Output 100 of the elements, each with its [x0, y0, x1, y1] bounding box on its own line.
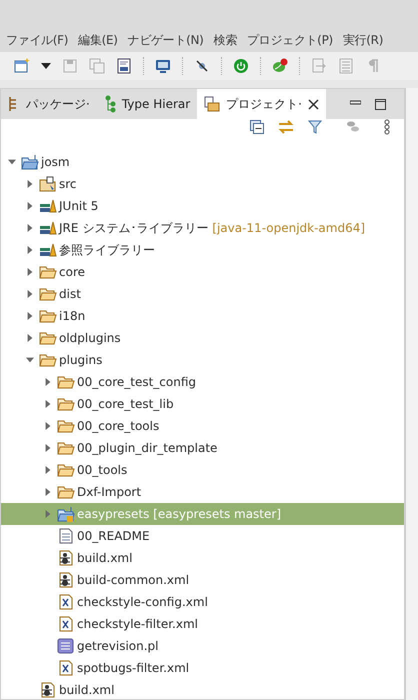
collapsed-arrow-icon[interactable]	[26, 245, 34, 255]
tree-row[interactable]: core	[1, 261, 404, 283]
tab-label: Type Hierar	[122, 96, 190, 113]
tree-row[interactable]: 参照ライブラリー	[1, 239, 404, 261]
collapsed-arrow-icon[interactable]	[26, 333, 34, 343]
tree-item-decoration: [java-11-openjdk-amd64]	[212, 220, 366, 237]
link-arrows-icon[interactable]	[278, 120, 294, 134]
new-window-icon[interactable]	[14, 58, 30, 74]
more-icon[interactable]	[384, 119, 390, 135]
tree-item-label: Dxf-Import	[77, 484, 142, 501]
tree-row[interactable]: dist	[1, 283, 404, 305]
menu-item[interactable]: プロジェクト(P)	[246, 31, 333, 49]
collapsed-arrow-icon[interactable]	[26, 311, 34, 321]
expanded-arrow-icon[interactable]	[26, 355, 34, 365]
collapsed-arrow-icon[interactable]	[44, 465, 52, 475]
tree-item-label: JRE システム･ライブラリー	[59, 220, 208, 237]
monitor-icon[interactable]	[155, 58, 171, 74]
maximize-icon[interactable]	[375, 98, 386, 110]
collapsed-arrow-icon[interactable]	[26, 289, 34, 299]
tree-row[interactable]: 00_core_test_lib	[1, 393, 404, 415]
folder-icon	[57, 418, 75, 434]
view-tab[interactable]: プロジェクト·	[197, 89, 326, 119]
folder-icon	[57, 440, 75, 456]
tree-row[interactable]: 00_core_tools	[1, 415, 404, 437]
books-icon	[39, 220, 57, 236]
tree-item-label: spotbugs-filter.xml	[77, 660, 190, 677]
collapsed-arrow-icon[interactable]	[44, 487, 52, 497]
tree-item-label: build.xml	[77, 550, 132, 567]
tree-row[interactable]: Dxf-Import	[1, 481, 404, 503]
folder-icon	[39, 352, 57, 368]
tree-row[interactable]: 00_README	[1, 525, 404, 547]
close-icon[interactable]	[308, 98, 319, 110]
tree-item-label: checkstyle-filter.xml	[77, 616, 198, 633]
tree-item-label: oldplugins	[59, 330, 121, 347]
folder-icon	[57, 462, 75, 478]
project-folder-icon	[21, 154, 39, 170]
menu-item[interactable]: 実行(R)	[342, 31, 384, 49]
tree-row[interactable]: oldplugins	[1, 327, 404, 349]
tree-item-label: easypresets [easypresets master]	[77, 506, 282, 523]
tree-row[interactable]: 00_plugin_dir_template	[1, 437, 404, 459]
tree-row[interactable]: i18n	[1, 305, 404, 327]
tree-row[interactable]: build.xml	[1, 679, 404, 700]
ant-file-icon	[57, 572, 75, 588]
crossed-link-icon[interactable]	[194, 58, 210, 74]
collapsed-arrow-icon[interactable]	[44, 421, 52, 431]
tree-item-label: 参照ライブラリー	[59, 242, 155, 259]
tree-row[interactable]: plugins	[1, 349, 404, 371]
menu-item[interactable]: ファイル(F)	[6, 31, 68, 49]
tree-row[interactable]: spotbugs-filter.xml	[1, 657, 404, 679]
collapsed-arrow-icon[interactable]	[26, 267, 34, 277]
tree-row[interactable]: josm	[1, 151, 404, 173]
books-icon	[39, 198, 57, 214]
tree-row[interactable]: getrevision.pl	[1, 635, 404, 657]
xml-file-icon	[57, 594, 75, 610]
tree-item-label: 00_README	[77, 528, 150, 545]
tab-label: プロジェクト·	[226, 96, 302, 113]
binary-file-icon[interactable]	[116, 58, 132, 74]
tree-item-label: 00_core_tools	[77, 418, 160, 435]
tree-row[interactable]: JUnit 5	[1, 195, 404, 217]
tree-item-label: dist	[59, 286, 81, 303]
collapsed-arrow-icon[interactable]	[26, 179, 34, 189]
xml-file-icon	[57, 660, 75, 676]
collapsed-arrow-icon[interactable]	[26, 201, 34, 211]
tree-row[interactable]: checkstyle-config.xml	[1, 591, 404, 613]
hierarchy-icon	[104, 95, 116, 113]
tab-label: パッケージ·	[26, 96, 90, 113]
package-folder-icon	[39, 176, 57, 192]
books-icon	[39, 242, 57, 258]
folder-document-icon	[204, 96, 220, 112]
tree-item-label: checkstyle-config.xml	[77, 594, 208, 611]
tree-row[interactable]: checkstyle-filter.xml	[1, 613, 404, 635]
text-file-icon	[57, 528, 75, 544]
folder-icon	[39, 330, 57, 346]
project-folder-icon	[57, 506, 75, 522]
tree-row[interactable]: build.xml	[1, 547, 404, 569]
dropdown-caret-icon[interactable]	[41, 63, 51, 69]
collapsed-arrow-icon[interactable]	[26, 223, 34, 233]
tree-row[interactable]: JRE システム･ライブラリー [java-11-openjdk-amd64]	[1, 217, 404, 239]
ant-file-icon	[57, 550, 75, 566]
tree-row[interactable]: 00_core_test_config	[1, 371, 404, 393]
tree-row[interactable]: build-common.xml	[1, 569, 404, 591]
tree-item-label: core	[59, 264, 85, 281]
tree-row[interactable]: 00_tools	[1, 459, 404, 481]
menu-item[interactable]: ナビゲート(N)	[128, 31, 204, 49]
power-icon[interactable]	[233, 58, 249, 74]
collapsed-arrow-icon[interactable]	[44, 377, 52, 387]
folder-icon	[39, 264, 57, 280]
tree-item-label: JUnit 5	[59, 198, 98, 215]
tree-item-label: josm	[41, 154, 70, 171]
collapse-all-icon[interactable]	[250, 120, 264, 134]
collapsed-arrow-icon[interactable]	[44, 443, 52, 453]
menu-item[interactable]: 検索	[214, 31, 237, 49]
menu-item[interactable]: 編集(E)	[78, 31, 118, 49]
tree-item-label: 00_tools	[77, 462, 128, 479]
collapsed-arrow-icon[interactable]	[44, 399, 52, 409]
tree-row[interactable]: src	[1, 173, 404, 195]
expanded-arrow-icon[interactable]	[8, 157, 16, 167]
tree-item-label: getrevision.pl	[77, 638, 158, 655]
leaf-badge-icon[interactable]	[272, 58, 288, 74]
xml-file-icon	[57, 616, 75, 632]
